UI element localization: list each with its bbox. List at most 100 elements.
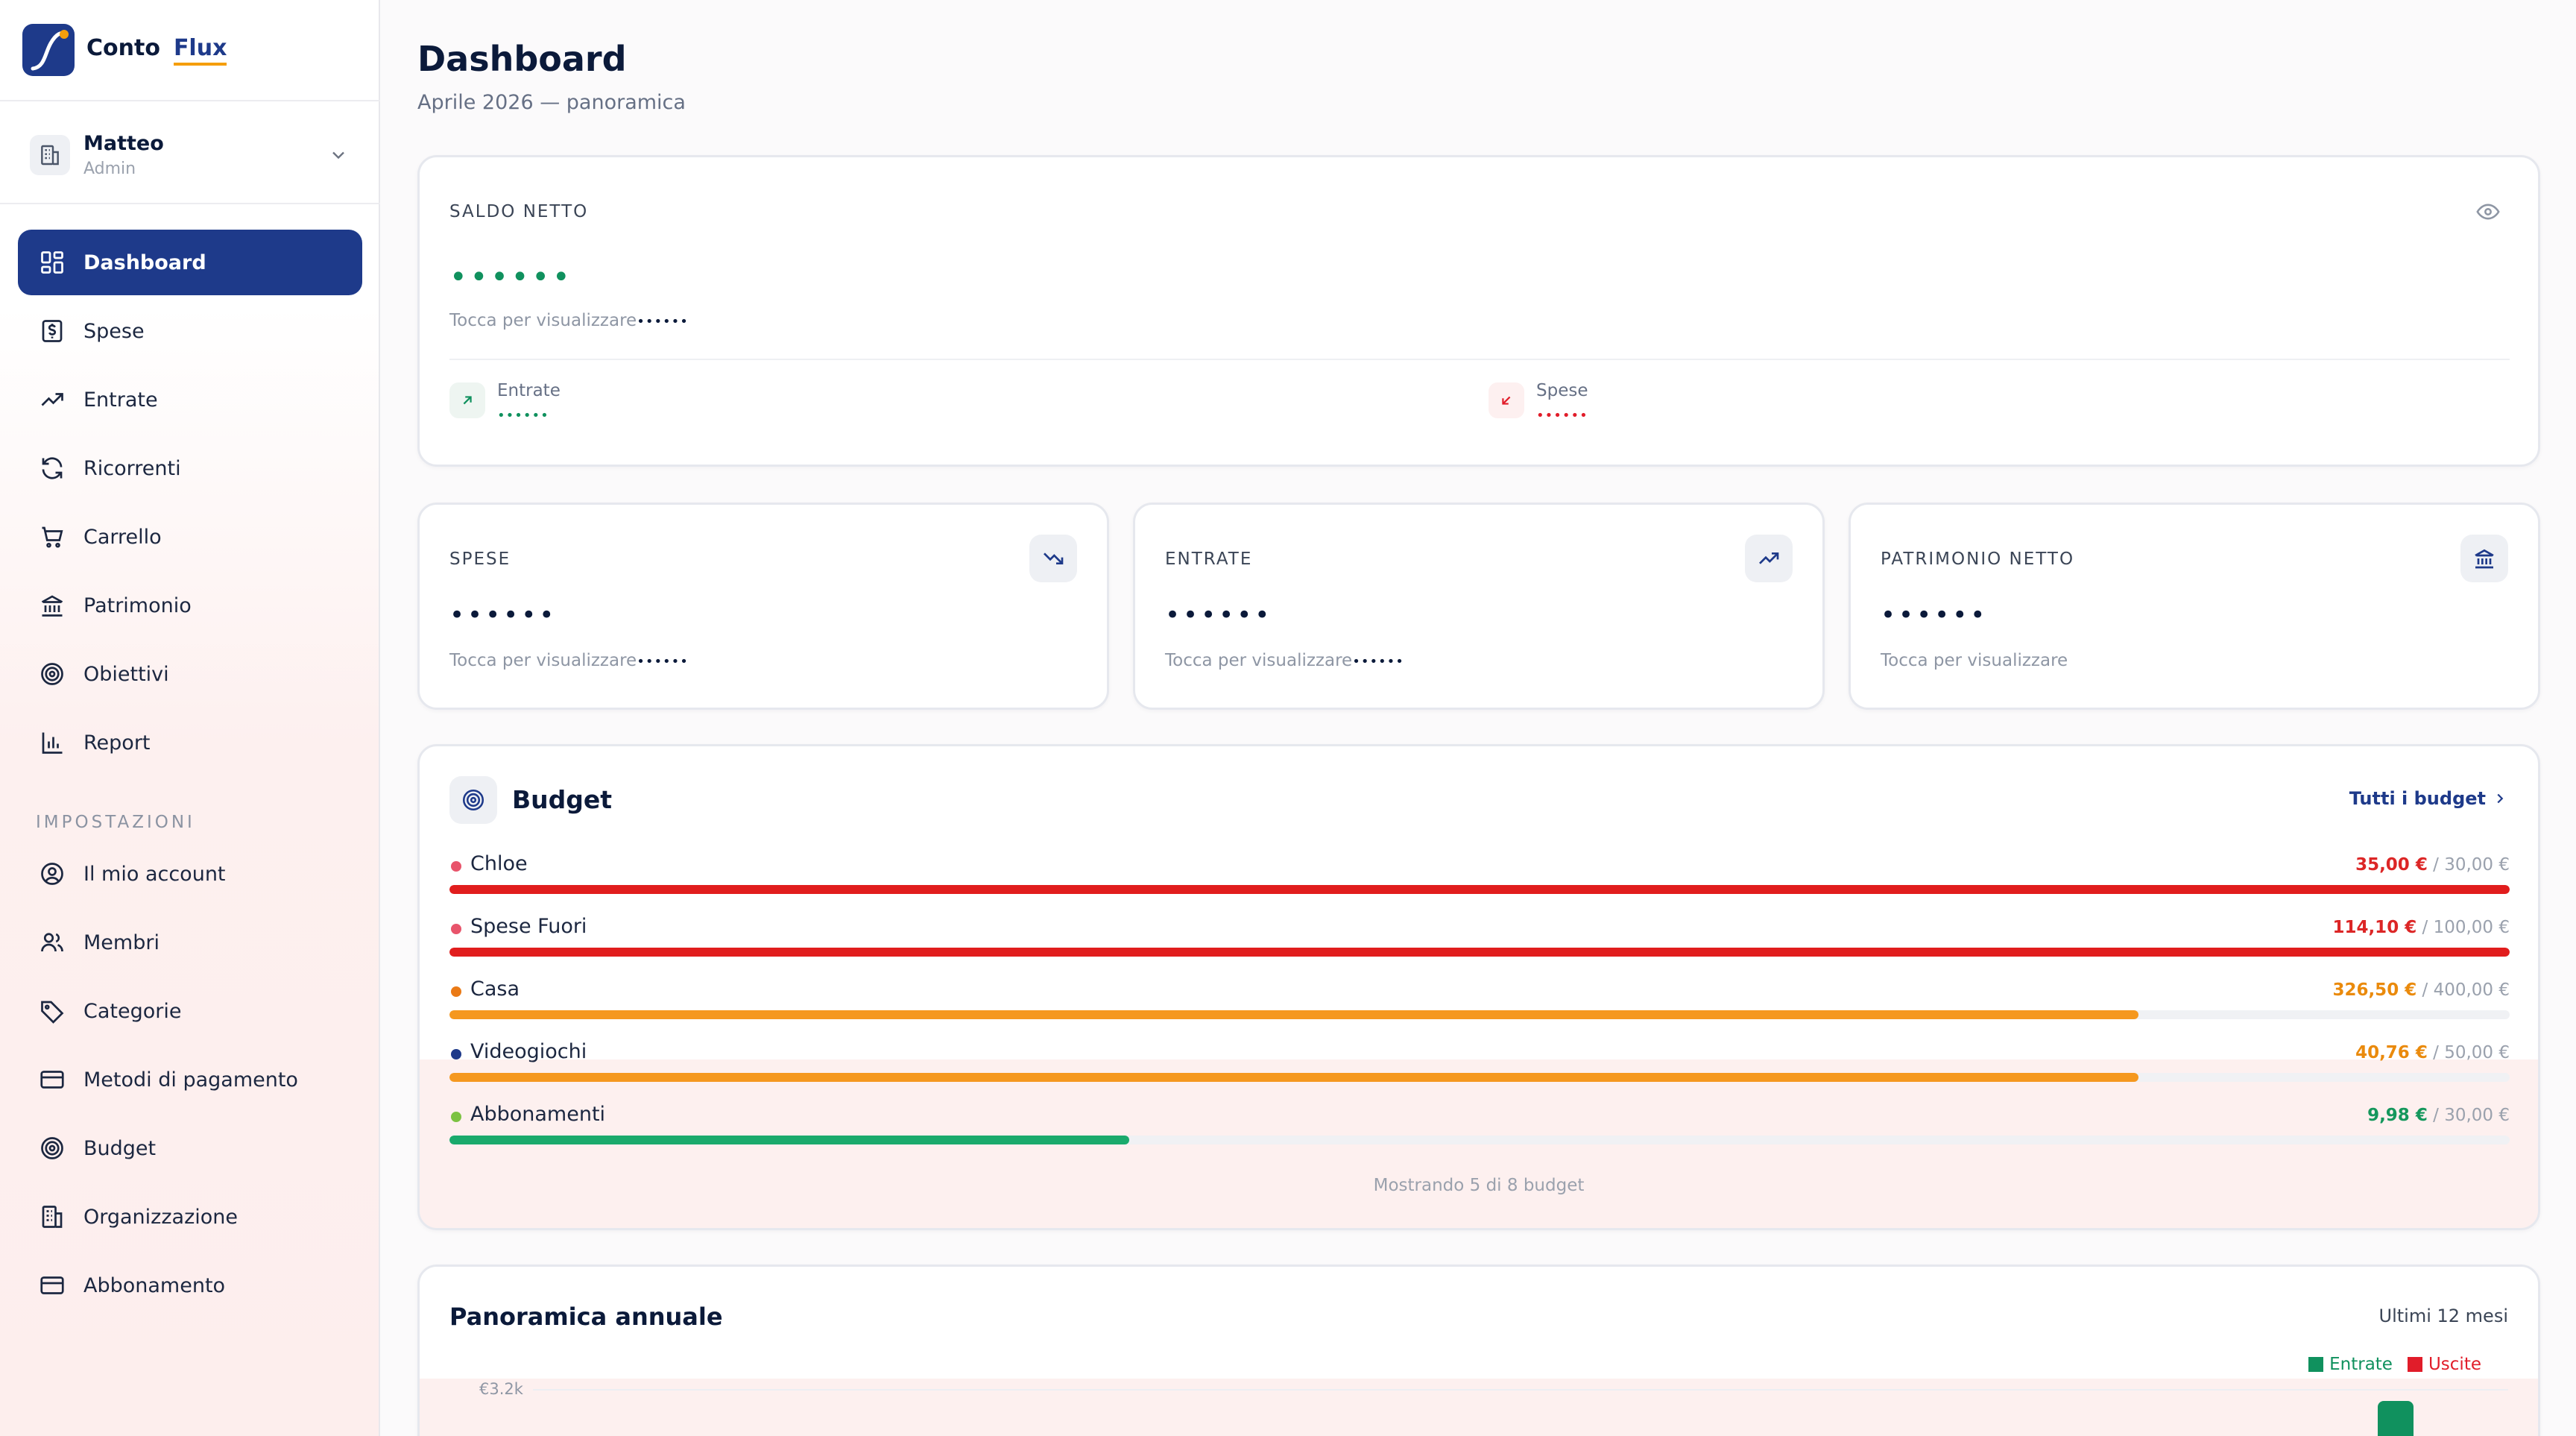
refresh-icon: [37, 453, 67, 483]
budget-row[interactable]: Abbonamenti 9,98 € / 30,00 €: [449, 1095, 2510, 1147]
page-subtitle: Aprile 2026 — panoramica: [417, 91, 686, 114]
chevron-right-icon: [2492, 790, 2508, 807]
nav-item-account[interactable]: Il mio account: [18, 841, 362, 907]
net-balance-label: SALDO NETTO: [449, 202, 589, 221]
hint-text: Tocca per visualizzare: [449, 311, 637, 330]
all-budgets-link[interactable]: Tutti i budget: [2349, 788, 2508, 809]
divider: [0, 100, 380, 101]
nav-item-label: Obiettivi: [83, 662, 169, 686]
budget-footer: Mostrando 5 di 8 budget: [1373, 1176, 1585, 1195]
nav-item-label: Organizzazione: [83, 1205, 238, 1229]
budget-color-dot: [451, 924, 461, 934]
nav-item-organizzazione[interactable]: Organizzazione: [18, 1184, 362, 1250]
tag-icon: [37, 996, 67, 1026]
expenses-stat-card[interactable]: SPESE •••••• Tocca per visualizzare•••••…: [417, 503, 1109, 710]
nav-item-carrello[interactable]: Carrello: [18, 504, 362, 570]
org-name: Matteo: [83, 132, 164, 155]
stat-label: ENTRATE: [1165, 549, 1253, 569]
divider: [0, 203, 380, 204]
net-balance-hint: Tocca per visualizzare••••••: [449, 311, 689, 330]
nav-item-budget[interactable]: Budget: [18, 1115, 362, 1181]
hint-text: Tocca per visualizzare: [1165, 651, 1353, 670]
logo-mark-icon: [22, 24, 75, 76]
bar-chart-icon: [37, 728, 67, 758]
stat-value[interactable]: ••••••: [1165, 600, 1272, 630]
hint-text: Tocca per visualizzare: [1881, 651, 2068, 670]
stat-value[interactable]: ••••••: [1881, 600, 1988, 630]
trending-up-icon: [37, 385, 67, 415]
nav-item-metodi-pagamento[interactable]: Metodi di pagamento: [18, 1047, 362, 1112]
budget-progress-fill: [449, 1136, 1130, 1144]
expense-value[interactable]: ••••••: [1536, 408, 1588, 423]
budget-progress-track: [449, 885, 2510, 894]
budget-name: Casa: [470, 977, 520, 1001]
arrow-up-right-icon: [449, 382, 485, 418]
divider: [449, 359, 2510, 360]
target-icon: [37, 1133, 67, 1163]
budget-title: Budget: [512, 785, 613, 814]
budget-progress-fill: [449, 1010, 2139, 1019]
income-stat-card[interactable]: ENTRATE •••••• Tocca per visualizzare•••…: [1133, 503, 1825, 710]
income-label: Entrate: [497, 381, 561, 400]
stat-label: PATRIMONIO NETTO: [1881, 549, 2075, 569]
net-worth-stat-card[interactable]: PATRIMONIO NETTO •••••• Tocca per visual…: [1849, 503, 2540, 710]
budget-spent: 40,76 €: [2355, 1043, 2428, 1062]
org-role: Admin: [83, 160, 136, 178]
nav-item-abbonamento[interactable]: Abbonamento: [18, 1253, 362, 1318]
stat-value[interactable]: ••••••: [449, 600, 557, 630]
nav-item-entrate[interactable]: Entrate: [18, 367, 362, 432]
budget-row[interactable]: Spese Fuori 114,10 € / 100,00 €: [449, 907, 2510, 960]
budget-color-dot: [451, 986, 461, 997]
chevron-down-icon: [328, 145, 349, 169]
expense-label: Spese: [1536, 381, 1588, 400]
credit-card-icon: [37, 1065, 67, 1095]
building-icon: [30, 135, 70, 175]
budget-row[interactable]: Casa 326,50 € / 400,00 €: [449, 970, 2510, 1022]
nav-item-obiettivi[interactable]: Obiettivi: [18, 641, 362, 707]
user-circle-icon: [37, 859, 67, 889]
legend-swatch-income: [2308, 1357, 2324, 1372]
nav-item-label: Il mio account: [83, 862, 226, 886]
nav-item-patrimonio[interactable]: Patrimonio: [18, 573, 362, 638]
nav-item-spese[interactable]: Spese: [18, 298, 362, 364]
budget-limit: / 30,00 €: [2433, 855, 2510, 875]
hint-masked: ••••••: [637, 314, 689, 330]
income-value[interactable]: ••••••: [497, 408, 549, 423]
nav-item-dashboard[interactable]: Dashboard: [18, 230, 362, 295]
nav-item-label: Membri: [83, 930, 160, 954]
nav-item-categorie[interactable]: Categorie: [18, 978, 362, 1044]
legend-swatch-expense: [2407, 1357, 2422, 1372]
budget-limit: / 400,00 €: [2422, 980, 2510, 1000]
budget-row[interactable]: Chloe 35,00 € / 30,00 €: [449, 845, 2510, 897]
budget-name: Abbonamenti: [470, 1103, 606, 1126]
budget-color-dot: [451, 861, 461, 872]
net-balance-value[interactable]: ••••••: [449, 260, 573, 295]
sidebar: Conto Flux Matteo Admin Dashboard Spese …: [0, 0, 380, 1436]
nav-item-membri[interactable]: Membri: [18, 910, 362, 975]
cart-icon: [37, 522, 67, 552]
nav-item-label: Abbonamento: [83, 1273, 226, 1297]
chart-legend: Entrate Uscite: [2308, 1355, 2481, 1374]
trending-down-icon: [1029, 535, 1077, 582]
app-logo[interactable]: Conto Flux: [22, 24, 227, 76]
annual-title: Panoramica annuale: [449, 1303, 723, 1331]
building-icon: [37, 1202, 67, 1232]
credit-card-icon: [37, 1270, 67, 1300]
budget-row[interactable]: Videogiochi 40,76 € / 50,00 €: [449, 1033, 2510, 1085]
dollar-receipt-icon: [37, 316, 67, 346]
bank-icon: [37, 591, 67, 620]
gridline: [533, 1389, 2508, 1391]
nav-item-label: Spese: [83, 319, 145, 343]
stat-hint: Tocca per visualizzare••••••: [1165, 651, 1404, 670]
budget-card: Budget Tutti i budget Chloe 35,00 € / 30…: [417, 744, 2540, 1230]
annual-range[interactable]: Ultimi 12 mesi: [2379, 1306, 2508, 1326]
organization-switcher[interactable]: Matteo Admin: [30, 128, 358, 182]
target-icon: [449, 776, 497, 824]
net-balance-card[interactable]: SALDO NETTO •••••• Tocca per visualizzar…: [417, 155, 2540, 467]
nav-item-label: Categorie: [83, 999, 182, 1023]
eye-icon[interactable]: [2475, 199, 2501, 227]
budget-amount: 9,98 € / 30,00 €: [2367, 1106, 2510, 1125]
nav-item-ricorrenti[interactable]: Ricorrenti: [18, 435, 362, 501]
budget-amount: 35,00 € / 30,00 €: [2355, 855, 2510, 875]
nav-item-report[interactable]: Report: [18, 710, 362, 775]
